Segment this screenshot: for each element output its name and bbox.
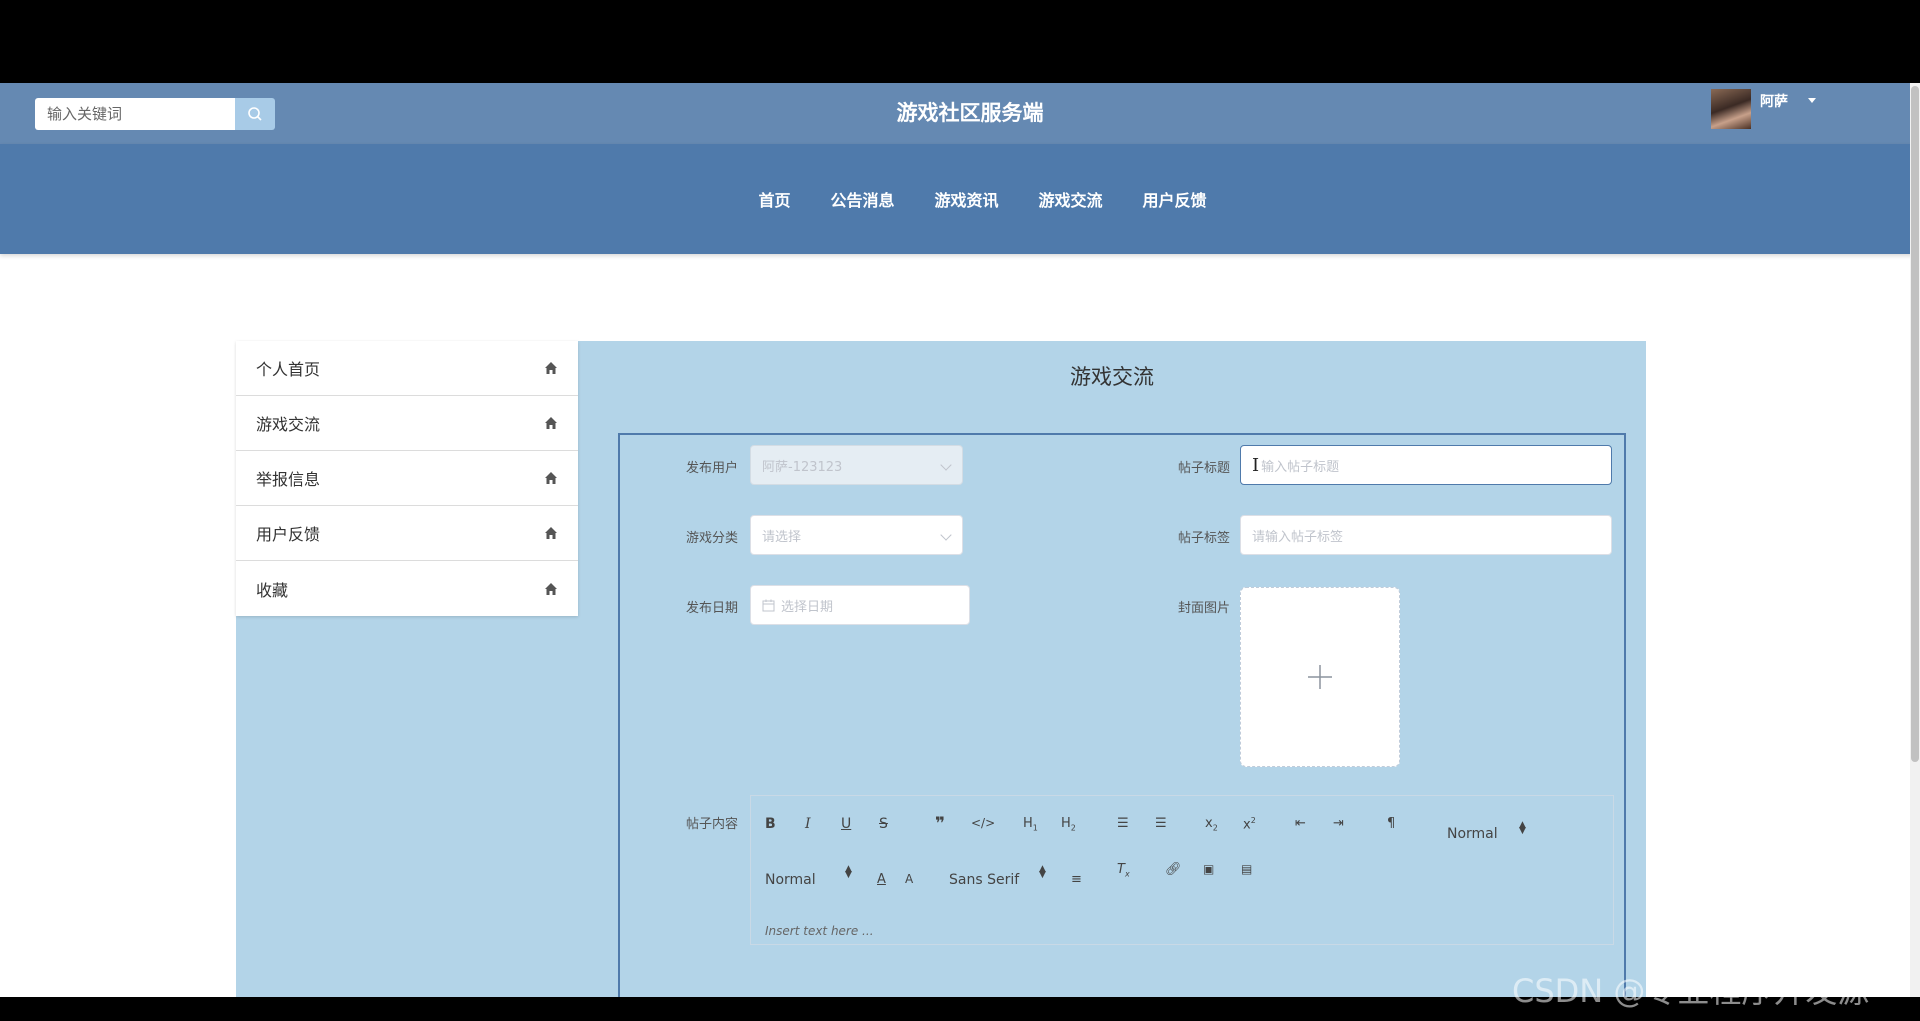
font-select[interactable]: Sans Serif (949, 872, 1019, 888)
plus-icon (1308, 665, 1332, 689)
nav-item-game-forum[interactable]: 游戏交流 (1039, 187, 1103, 211)
outdent-icon[interactable]: ⇤ (1295, 816, 1306, 831)
background-color-icon[interactable]: A (905, 872, 913, 886)
username[interactable]: 阿萨 (1760, 91, 1788, 111)
content-label: 帖子内容 (685, 817, 738, 832)
publisher-label: 发布用户 (685, 461, 738, 476)
date-placeholder: 选择日期 (781, 599, 834, 615)
subscript-icon[interactable]: x2 (1205, 816, 1218, 833)
title-label: 帖子标题 (1177, 461, 1230, 476)
home-icon (545, 527, 557, 539)
page-title: 游戏交流 (1070, 365, 1154, 389)
page-scrollbar[interactable] (1910, 83, 1920, 997)
category-placeholder: 请选择 (762, 529, 802, 545)
scrollbar-thumb[interactable] (1911, 86, 1919, 762)
align-icon[interactable]: ≡ (1071, 872, 1082, 887)
main-nav: 首页 公告消息 游戏资讯 游戏交流 用户反馈 (0, 144, 1920, 254)
select-arrows-icon: ▲ ▼ (1039, 864, 1046, 880)
text-cursor-icon: I (1252, 454, 1260, 476)
sidebar-item-label: 用户反馈 (256, 525, 321, 544)
caret-down-icon[interactable] (1808, 98, 1816, 103)
heading2-icon[interactable]: H2 (1061, 816, 1076, 833)
sidebar-item-feedback[interactable]: 用户反馈 (236, 506, 578, 561)
code-block-icon[interactable]: </> (971, 816, 995, 830)
video-icon[interactable]: ▤ (1241, 862, 1252, 876)
bold-icon[interactable]: B (765, 816, 776, 832)
avatar[interactable] (1711, 89, 1751, 129)
publisher-value: 阿萨-123123 (762, 459, 843, 475)
image-icon[interactable]: ▣ (1203, 862, 1214, 876)
date-picker[interactable]: 选择日期 (750, 585, 970, 625)
post-title-placeholder: 输入帖子标题 (1261, 459, 1340, 475)
cover-image-upload[interactable] (1240, 587, 1400, 767)
home-icon (545, 472, 557, 484)
sidebar-item-label: 游戏交流 (256, 415, 321, 434)
clear-format-icon[interactable]: Tx (1117, 862, 1130, 879)
sidebar-item-game-forum[interactable]: 游戏交流 (236, 396, 578, 451)
size-select[interactable]: Normal (765, 872, 816, 888)
sidebar-item-reports[interactable]: 举报信息 (236, 451, 578, 506)
cover-label: 封面图片 (1177, 601, 1230, 616)
ordered-list-icon[interactable]: ☰ (1117, 816, 1129, 831)
category-select[interactable]: 请选择 (750, 515, 963, 555)
sidebar-item-profile[interactable]: 个人首页 (236, 341, 578, 396)
tags-label: 帖子标签 (1177, 531, 1230, 546)
select-arrows-icon: ▲ ▼ (845, 864, 852, 880)
heading1-icon[interactable]: H1 (1023, 816, 1038, 833)
top-header: 输入关键词 游戏社区服务端 阿萨 (0, 83, 1920, 144)
text-color-icon[interactable]: A (877, 872, 886, 887)
nav-item-feedback[interactable]: 用户反馈 (1143, 187, 1207, 211)
superscript-icon[interactable]: x2 (1243, 816, 1256, 832)
post-title-input[interactable]: I 输入帖子标题 (1240, 445, 1612, 485)
chevron-down-icon (940, 459, 952, 471)
editor-placeholder[interactable]: Insert text here ... (765, 924, 874, 938)
italic-icon[interactable]: I (805, 816, 811, 832)
strikethrough-icon[interactable]: S (879, 816, 888, 832)
indent-icon[interactable]: ⇥ (1333, 816, 1344, 831)
home-icon (545, 582, 557, 595)
text-direction-icon[interactable]: ¶ (1387, 816, 1395, 831)
post-tags-placeholder: 请输入帖子标签 (1252, 529, 1344, 545)
post-form: 发布用户 阿萨-123123 帖子标题 I 输入帖子标题 游戏分类 请选择 帖子… (618, 433, 1626, 997)
sidebar-item-label: 个人首页 (256, 360, 321, 379)
rich-text-editor: B I U S ❞ </> H1 H2 ☰ ☰ x2 x2 ⇤ ⇥ ¶ Norm… (750, 795, 1614, 945)
home-icon (545, 362, 557, 374)
select-arrows-icon: ▲ ▼ (1519, 820, 1526, 836)
blockquote-icon[interactable]: ❞ (935, 814, 945, 834)
nav-item-home[interactable]: 首页 (758, 187, 790, 211)
date-label: 发布日期 (685, 601, 738, 616)
sidebar-item-favorites[interactable]: 收藏 (236, 561, 578, 616)
underline-icon[interactable]: U (841, 816, 851, 832)
browser-viewport: 输入关键词 游戏社区服务端 阿萨 首页 公告消息 游戏资讯 游戏交流 用户反馈 … (0, 83, 1920, 997)
publisher-select: 阿萨-123123 (750, 445, 963, 485)
site-title: 游戏社区服务端 (896, 101, 1044, 125)
chevron-down-icon (940, 529, 952, 541)
top-letterbox (0, 0, 1920, 83)
content-area: 个人首页 游戏交流 举报信息 用户反馈 收藏 游戏交流 发布用户 阿萨-1231… (236, 341, 1646, 997)
side-menu: 个人首页 游戏交流 举报信息 用户反馈 收藏 (236, 341, 578, 616)
nav-item-game-news[interactable]: 游戏资讯 (934, 187, 998, 211)
nav-item-announcements[interactable]: 公告消息 (830, 187, 894, 211)
link-icon[interactable]: 🔗︎ (1165, 862, 1182, 877)
post-tags-input[interactable]: 请输入帖子标签 (1240, 515, 1612, 555)
sidebar-item-label: 举报信息 (256, 470, 321, 489)
sidebar-item-label: 收藏 (256, 580, 289, 600)
calendar-icon (762, 599, 775, 611)
home-icon (545, 417, 557, 429)
category-label: 游戏分类 (685, 531, 738, 546)
bullet-list-icon[interactable]: ☰ (1155, 816, 1167, 831)
header-select[interactable]: Normal (1447, 826, 1498, 842)
watermark: CSDN @专业程序开发源 (1512, 972, 1870, 1010)
